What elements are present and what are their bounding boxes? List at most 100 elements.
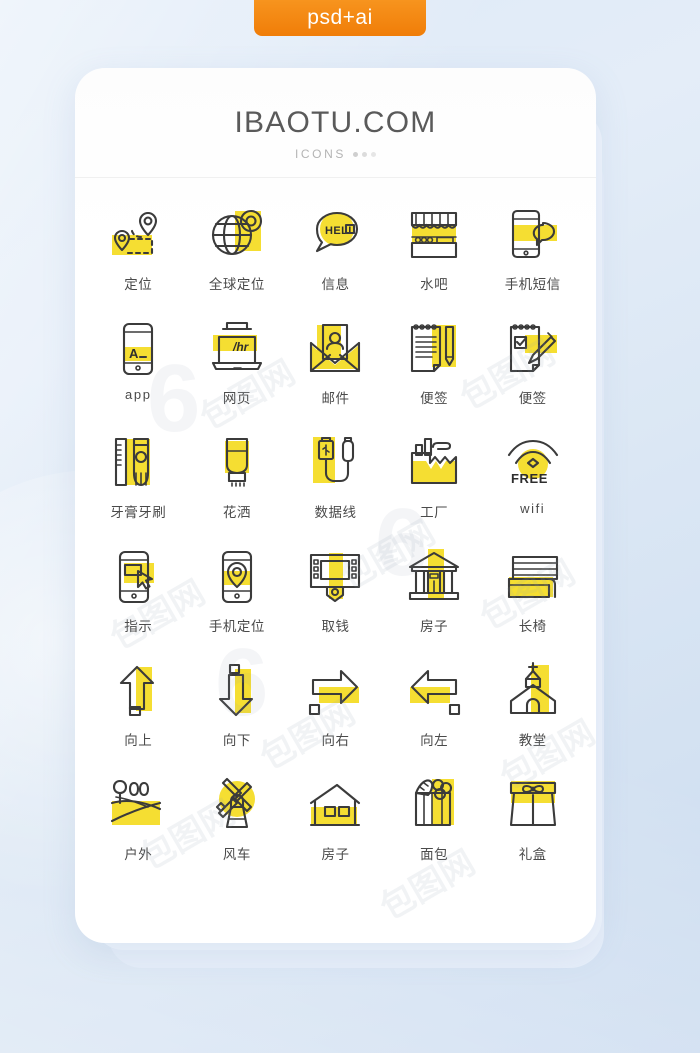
icon-cell[interactable]: 邮件 <box>286 314 385 428</box>
icon-label: 便签 <box>518 391 547 406</box>
icon-label: 户外 <box>124 847 153 862</box>
factory-icon[interactable] <box>403 432 465 494</box>
svg-text:FREE: FREE <box>511 471 548 486</box>
icon-cell[interactable]: 牙膏牙刷 <box>89 428 188 542</box>
icon-label: 向上 <box>124 733 153 748</box>
icon-cell[interactable]: 户外 <box>89 770 188 884</box>
icon-cell[interactable]: 数据线 <box>286 428 385 542</box>
icon-cell[interactable]: 便签 <box>483 314 582 428</box>
icon-cell[interactable]: 向左 <box>385 656 484 770</box>
windmill-icon[interactable] <box>206 774 268 836</box>
icon-cell[interactable]: 向右 <box>286 656 385 770</box>
icon-set-card: IBAOTU.COM ICONS 定位 全球定位 HELL 信息 水吧 手机短信… <box>75 68 596 943</box>
icon-cell[interactable]: FREE wifi <box>483 428 582 542</box>
icon-cell[interactable]: 手机短信 <box>483 200 582 314</box>
bread-bag-icon[interactable] <box>403 774 465 836</box>
format-badge: psd+ai <box>254 0 426 36</box>
icon-label: wifi <box>520 501 546 516</box>
icon-label: 牙膏牙刷 <box>110 505 167 520</box>
arrow-up-icon[interactable] <box>107 660 169 722</box>
icon-label: 向右 <box>321 733 350 748</box>
church-icon[interactable] <box>502 660 564 722</box>
arrow-right-icon[interactable] <box>304 660 366 722</box>
icon-label: 全球定位 <box>208 277 265 292</box>
icon-label: 便签 <box>420 391 449 406</box>
icon-cell[interactable]: 手机定位 <box>188 542 287 656</box>
water-bar-shop-icon[interactable] <box>403 204 465 266</box>
shower-head-icon[interactable] <box>206 432 268 494</box>
phone-location-icon[interactable] <box>206 546 268 608</box>
checklist-pencil-icon[interactable] <box>502 318 564 380</box>
card-header: IBAOTU.COM ICONS <box>75 68 596 178</box>
icon-cell[interactable]: 房子 <box>385 542 484 656</box>
icon-cell[interactable]: 取钱 <box>286 542 385 656</box>
webpage-laptop-icon[interactable]: /hr <box>206 318 268 380</box>
message-bubble-icon[interactable]: HELL <box>304 204 366 266</box>
icon-label: 数据线 <box>314 505 357 520</box>
house-icon[interactable] <box>304 774 366 836</box>
icon-label: app <box>125 387 152 402</box>
gift-box-icon[interactable] <box>502 774 564 836</box>
icon-cell[interactable]: HELL 信息 <box>286 200 385 314</box>
icon-label: 工厂 <box>420 505 449 520</box>
icon-label: 邮件 <box>321 391 350 406</box>
card-subtitle-row: ICONS <box>75 147 596 161</box>
notepad-pencil-icon[interactable] <box>403 318 465 380</box>
icon-cell[interactable]: 水吧 <box>385 200 484 314</box>
dots-icon <box>353 151 376 157</box>
free-wifi-icon[interactable]: FREE <box>502 432 564 494</box>
icon-cell[interactable]: 全球定位 <box>188 200 287 314</box>
icon-cell[interactable]: 房子 <box>286 770 385 884</box>
svg-text:HELL: HELL <box>325 225 355 237</box>
atm-withdraw-icon[interactable] <box>304 546 366 608</box>
icon-label: 信息 <box>321 277 350 292</box>
icon-cell[interactable]: 向上 <box>89 656 188 770</box>
icon-cell[interactable]: 面包 <box>385 770 484 884</box>
icon-label: 风车 <box>222 847 251 862</box>
icon-label: 房子 <box>321 847 350 862</box>
icon-label: 长椅 <box>518 619 547 634</box>
globe-location-icon[interactable] <box>206 204 268 266</box>
icon-cell[interactable]: 教堂 <box>483 656 582 770</box>
icon-cell[interactable]: 定位 <box>89 200 188 314</box>
icon-label: 网页 <box>222 391 251 406</box>
usb-data-cable-icon[interactable] <box>304 432 366 494</box>
arrow-left-icon[interactable] <box>403 660 465 722</box>
outdoor-field-icon[interactable] <box>107 774 169 836</box>
phone-sms-icon[interactable] <box>502 204 564 266</box>
park-bench-icon[interactable] <box>502 546 564 608</box>
icon-label: 水吧 <box>420 277 449 292</box>
icon-cell[interactable]: 长椅 <box>483 542 582 656</box>
location-pin-route-icon[interactable] <box>107 204 169 266</box>
icon-label: 手机定位 <box>208 619 265 634</box>
icon-grid: 定位 全球定位 HELL 信息 水吧 手机短信 A app /hr 网页 邮件 … <box>75 178 596 884</box>
phone-tap-pointer-icon[interactable] <box>107 546 169 608</box>
svg-text:A: A <box>129 346 139 361</box>
icon-cell[interactable]: 工厂 <box>385 428 484 542</box>
toothpaste-toothbrush-icon[interactable] <box>107 432 169 494</box>
svg-text:/hr: /hr <box>232 340 250 354</box>
bank-building-icon[interactable] <box>403 546 465 608</box>
icon-label: 教堂 <box>518 733 547 748</box>
icon-cell[interactable]: 指示 <box>89 542 188 656</box>
icon-label: 手机短信 <box>504 277 561 292</box>
icon-label: 向下 <box>222 733 251 748</box>
icon-cell[interactable]: 风车 <box>188 770 287 884</box>
icon-label: 取钱 <box>321 619 350 634</box>
icon-label: 房子 <box>420 619 449 634</box>
icon-label: 向左 <box>420 733 449 748</box>
icon-label: 花洒 <box>222 505 251 520</box>
icon-cell[interactable]: 花洒 <box>188 428 287 542</box>
format-badge-label: psd+ai <box>307 6 373 29</box>
icon-cell[interactable]: 向下 <box>188 656 287 770</box>
brand-title: IBAOTU.COM <box>234 106 437 139</box>
icon-label: 定位 <box>124 277 153 292</box>
mail-envelope-icon[interactable] <box>304 318 366 380</box>
icon-cell[interactable]: 礼盒 <box>483 770 582 884</box>
card-subtitle: ICONS <box>294 147 346 161</box>
icon-cell[interactable]: 便签 <box>385 314 484 428</box>
app-phone-icon[interactable]: A <box>107 318 169 380</box>
icon-cell[interactable]: /hr 网页 <box>188 314 287 428</box>
arrow-down-icon[interactable] <box>206 660 268 722</box>
icon-cell[interactable]: A app <box>89 314 188 428</box>
